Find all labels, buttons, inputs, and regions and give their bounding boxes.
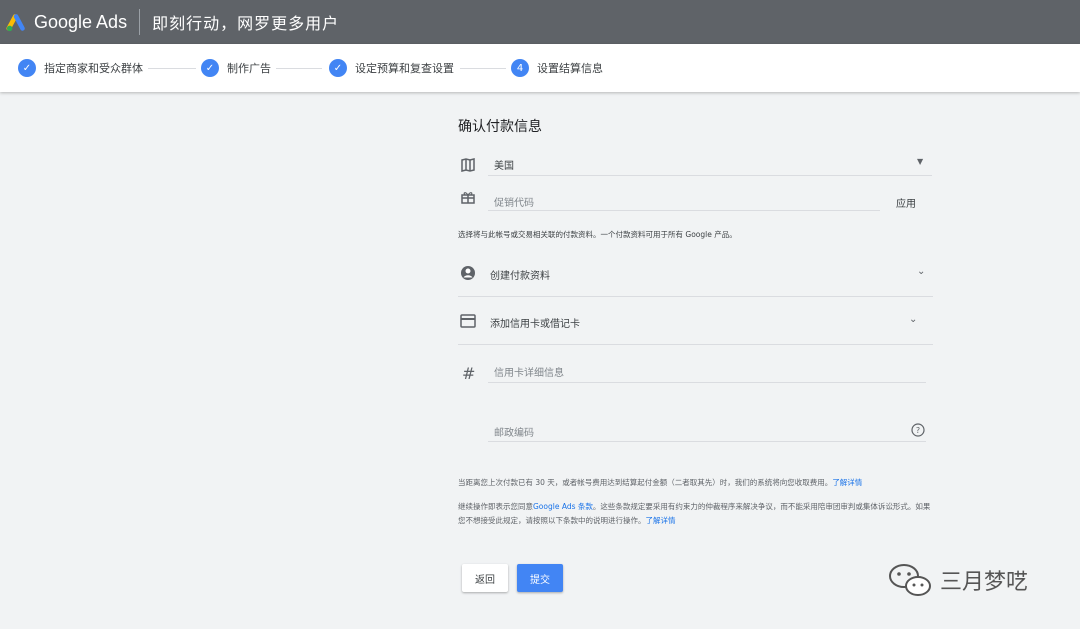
step-2[interactable]: ✓ 制作广告	[201, 59, 271, 77]
google-ads-logo	[6, 14, 25, 32]
card-details-input[interactable]: 信用卡详细信息	[494, 364, 564, 379]
country-underline	[488, 175, 932, 176]
postal-underline	[488, 441, 926, 442]
terms-link[interactable]: Google Ads 条款	[533, 502, 593, 511]
chevron-down-icon[interactable]: ⌄	[917, 266, 925, 277]
back-button[interactable]: 返回	[462, 564, 508, 592]
terms-learn-more-link[interactable]: 了解详情	[646, 516, 676, 525]
hash-icon: #	[462, 364, 476, 383]
app-header: Google Ads 即刻行动，网罗更多用户	[0, 0, 1080, 44]
page-title: 即刻行动，网罗更多用户	[152, 14, 340, 33]
card-details-underline	[488, 382, 926, 383]
step-connector	[276, 68, 322, 69]
watermark: 三月梦呓	[888, 563, 1028, 597]
header-divider	[139, 9, 141, 35]
terms-note: 继续操作即表示您同意Google Ads 条款。这些条款规定要采用有约束力的仲裁…	[458, 500, 932, 528]
apply-button[interactable]: 应用	[896, 195, 916, 210]
billing-learn-more-link[interactable]: 了解详情	[832, 478, 862, 487]
submit-button[interactable]: 提交	[517, 564, 563, 592]
help-icon[interactable]: ?	[911, 423, 925, 437]
section-divider	[458, 344, 933, 345]
billing-note-text: 当距离您上次付款已有 30 天，或者帐号费用达到结算起付金额（二者取其先）时，我…	[458, 478, 833, 487]
section-divider	[458, 296, 933, 297]
step-label: 指定商家和受众群体	[44, 62, 143, 75]
chevron-down-icon[interactable]: ⌄	[909, 314, 917, 325]
chevron-down-icon[interactable]: ▼	[917, 157, 923, 166]
promo-code-input[interactable]: 促销代码	[494, 194, 534, 209]
gift-icon	[461, 192, 475, 204]
step-label: 设定预算和复查设置	[355, 62, 454, 75]
check-icon: ✓	[201, 59, 219, 77]
account-circle-icon	[461, 266, 475, 280]
step-4[interactable]: 4 设置结算信息	[511, 59, 603, 77]
promo-underline	[488, 210, 880, 211]
check-icon: ✓	[18, 59, 36, 77]
step-1[interactable]: ✓ 指定商家和受众群体	[18, 59, 143, 77]
watermark-text: 三月梦呓	[940, 570, 1029, 595]
step-connector	[460, 68, 506, 69]
step-label: 制作广告	[227, 62, 271, 75]
terms-prefix: 继续操作即表示您同意	[458, 502, 533, 511]
brand-name: Google Ads	[34, 11, 128, 32]
step-3[interactable]: ✓ 设定预算和复查设置	[329, 59, 454, 77]
wechat-icon	[889, 564, 931, 596]
step-number: 4	[511, 59, 529, 77]
postal-code-input[interactable]: 邮政编码	[494, 424, 534, 439]
check-icon: ✓	[329, 59, 347, 77]
add-card-row[interactable]: 添加信用卡或借记卡	[490, 315, 580, 330]
profile-note: 选择将与此帐号或交易相关联的付款资料。一个付款资料可用于所有 Google 产品…	[458, 230, 737, 239]
billing-note: 当距离您上次付款已有 30 天，或者帐号费用达到结算起付金额（二者取其先）时，我…	[458, 476, 942, 490]
create-profile-row[interactable]: 创建付款资料	[490, 267, 550, 282]
svg-text:?: ?	[916, 426, 920, 435]
map-icon	[461, 158, 475, 172]
credit-card-icon	[460, 314, 476, 328]
step-label: 设置结算信息	[537, 62, 603, 75]
step-connector	[148, 68, 196, 69]
country-select[interactable]: 美国	[494, 157, 514, 172]
form-heading: 确认付款信息	[458, 119, 542, 135]
